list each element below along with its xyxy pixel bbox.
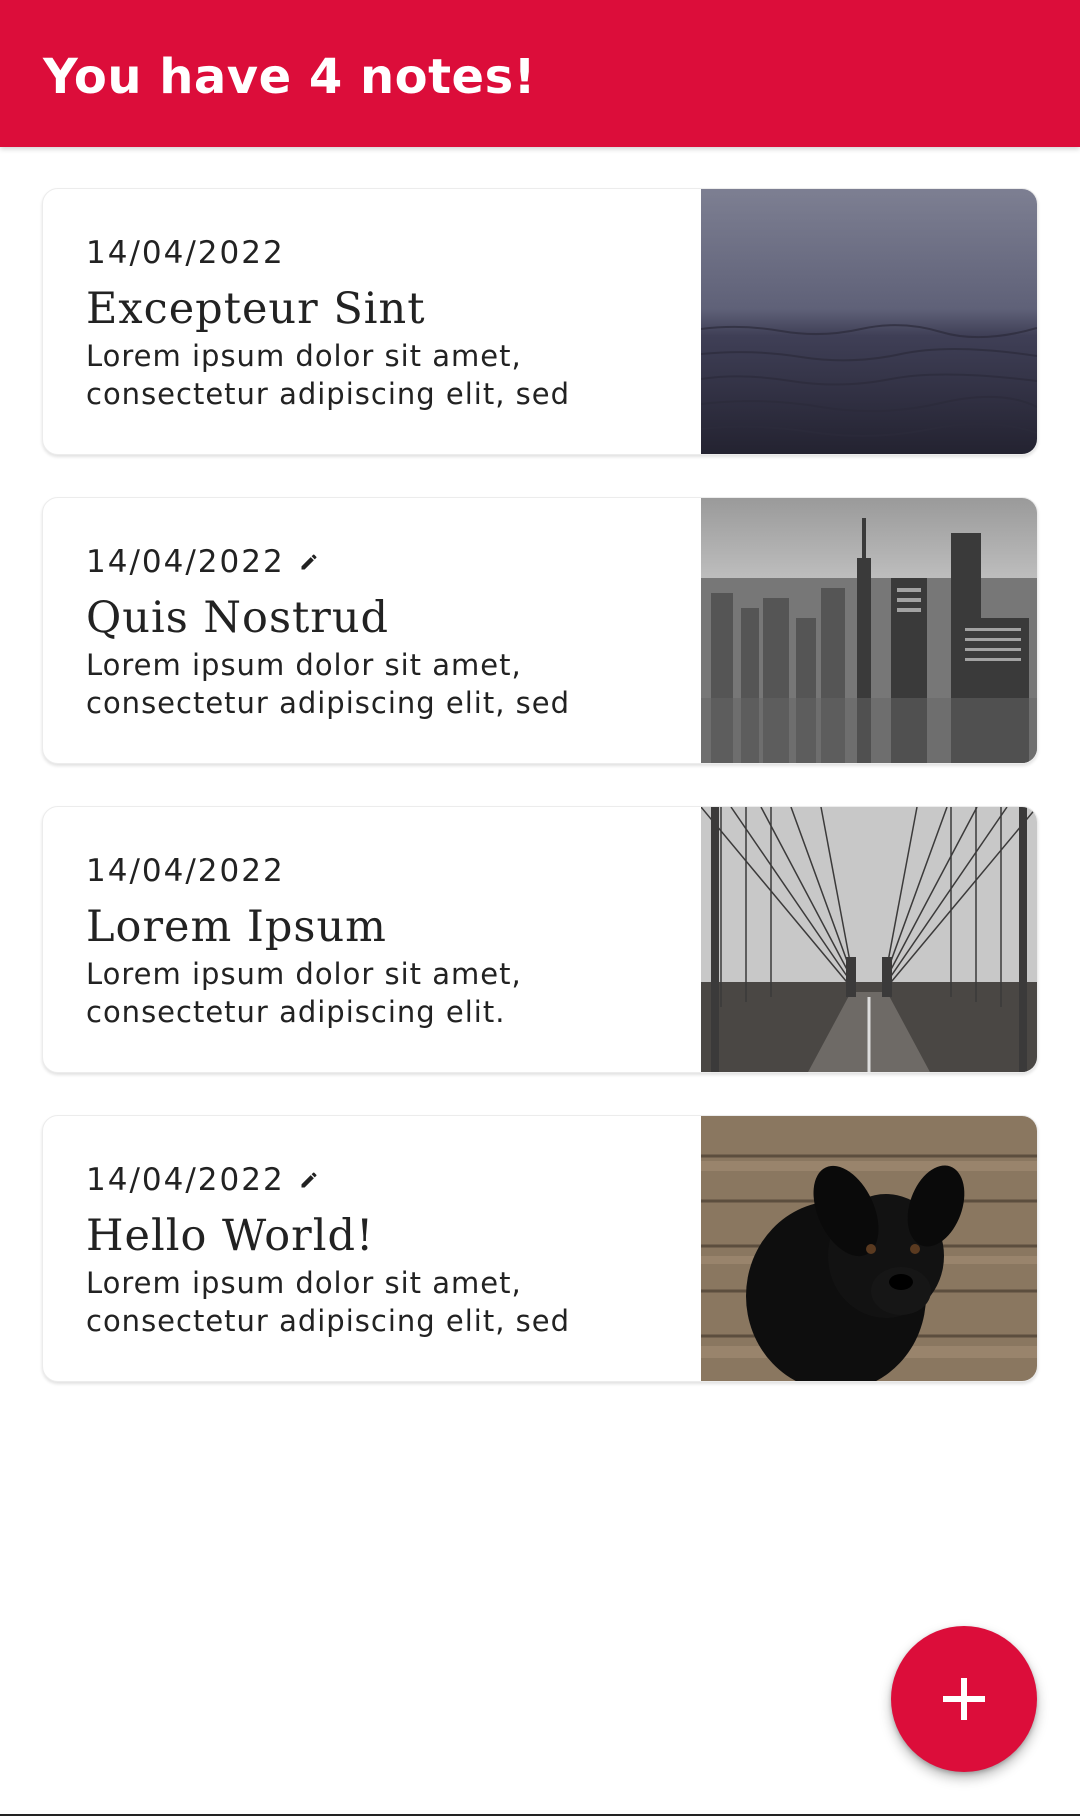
note-text: 14/04/2022 Excepteur Sint Lorem ipsum do… <box>86 233 686 413</box>
pencil-icon <box>301 1172 317 1188</box>
notes-app: You have 4 notes! 14/04/2022 Excepteur S… <box>0 0 1080 1816</box>
note-date-row: 14/04/2022 <box>86 542 686 582</box>
note-date: 14/04/2022 <box>86 853 285 889</box>
note-body: Lorem ipsum dolor sit amet, consectetur … <box>86 648 571 720</box>
note-image-black-puppy <box>701 1116 1037 1381</box>
page-title: You have 4 notes! <box>43 49 537 105</box>
note-date: 14/04/2022 <box>86 235 285 271</box>
note-title: Quis Nostrud <box>86 593 390 643</box>
note-title: Lorem Ipsum <box>86 902 387 952</box>
note-date-row: 14/04/2022 <box>86 851 686 891</box>
note-body: Lorem ipsum dolor sit amet, consectetur … <box>86 957 522 1029</box>
note-image-bridge <box>701 807 1037 1072</box>
note-date: 14/04/2022 <box>86 1162 285 1198</box>
note-card[interactable]: 14/04/2022 Hello World! Lorem ipsum dolo… <box>42 1115 1038 1382</box>
note-date-row: 14/04/2022 <box>86 1160 686 1200</box>
note-title: Excepteur Sint <box>86 284 426 334</box>
note-text: 14/04/2022 Hello World! Lorem ipsum dolo… <box>86 1160 686 1340</box>
note-date-row: 14/04/2022 <box>86 233 686 273</box>
notes-list: 14/04/2022 Excepteur Sint Lorem ipsum do… <box>42 188 1038 1424</box>
add-note-button[interactable] <box>891 1626 1037 1772</box>
note-image-foggy-sea <box>701 189 1037 454</box>
note-card[interactable]: 14/04/2022 Quis Nostrud Lorem ipsum dolo… <box>42 497 1038 764</box>
note-text: 14/04/2022 Lorem Ipsum Lorem ipsum dolor… <box>86 851 686 1031</box>
note-body: Lorem ipsum dolor sit amet, consectetur … <box>86 339 571 411</box>
plus-icon <box>943 1678 985 1720</box>
note-date: 14/04/2022 <box>86 544 285 580</box>
note-card[interactable]: 14/04/2022 Excepteur Sint Lorem ipsum do… <box>42 188 1038 455</box>
note-image-city-skyline <box>701 498 1037 763</box>
pencil-icon <box>301 554 317 570</box>
note-title: Hello World! <box>86 1211 375 1261</box>
note-text: 14/04/2022 Quis Nostrud Lorem ipsum dolo… <box>86 542 686 722</box>
app-bar: You have 4 notes! <box>0 0 1080 147</box>
note-body: Lorem ipsum dolor sit amet, consectetur … <box>86 1266 571 1338</box>
note-card[interactable]: 14/04/2022 Lorem Ipsum Lorem ipsum dolor… <box>42 806 1038 1073</box>
